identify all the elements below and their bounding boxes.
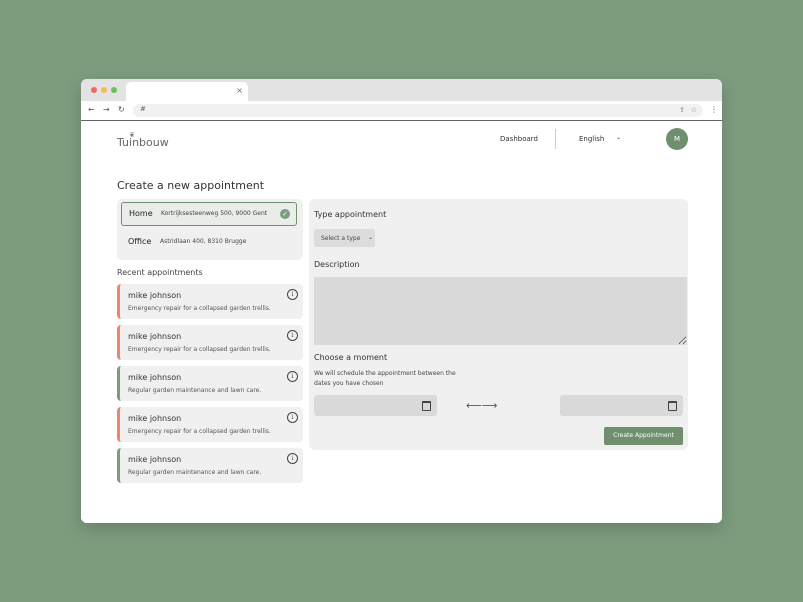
logo[interactable]: Tuinbouw xyxy=(117,136,169,149)
nav-dashboard-link[interactable]: Dashboard xyxy=(500,135,538,143)
recent-appointment-card[interactable]: mike johnson Regular garden maintenance … xyxy=(117,448,303,483)
type-select[interactable]: Select a type ⌄ xyxy=(314,229,375,247)
app-page: ❦ Tuinbouw Dashboard English ⌄ M Create … xyxy=(81,121,722,523)
date-range-arrow-icon: ⟵⟶ xyxy=(466,399,498,412)
recent-appointment-name: mike johnson xyxy=(128,373,182,382)
info-icon[interactable]: i xyxy=(287,412,298,423)
address-option-home[interactable]: Home Kortrijksesteenweg 500, 9000 Gent ✓ xyxy=(121,202,297,226)
chevron-down-icon: ⌄ xyxy=(368,234,374,241)
recent-appointment-description: Emergency repair for a collapsed garden … xyxy=(128,428,271,435)
browser-window: × ← → ↻ # ⇪ ☆ ⋮ ❦ Tuinbouw Dashboard Eng… xyxy=(81,79,722,523)
minimize-window-dot[interactable] xyxy=(101,87,107,93)
recent-appointment-description: Emergency repair for a collapsed garden … xyxy=(128,305,271,312)
address-option-office[interactable]: Office Astridlaan 400, 8310 Brugge xyxy=(121,231,297,255)
info-icon[interactable]: i xyxy=(287,330,298,341)
address-street: Astridlaan 400, 8310 Brugge xyxy=(160,238,247,245)
info-icon[interactable]: i xyxy=(287,371,298,382)
chevron-down-icon[interactable]: ⌄ xyxy=(616,134,621,141)
address-bar[interactable]: # ⇪ ☆ xyxy=(133,104,703,117)
recent-appointment-description: Regular garden maintenance and lawn care… xyxy=(128,387,262,394)
close-window-dot[interactable] xyxy=(91,87,97,93)
calendar-icon[interactable] xyxy=(668,401,677,411)
start-date-input[interactable] xyxy=(314,395,437,416)
tab-close-icon[interactable]: × xyxy=(236,86,243,96)
reload-icon[interactable]: ↻ xyxy=(118,105,125,115)
info-icon[interactable]: i xyxy=(287,453,298,464)
maximize-window-dot[interactable] xyxy=(111,87,117,93)
share-icon[interactable]: ⇪ xyxy=(679,106,685,115)
back-arrow-icon[interactable]: ← xyxy=(88,105,95,115)
check-circle-icon: ✓ xyxy=(280,209,290,219)
recent-appointments-title: Recent appointments xyxy=(117,268,203,277)
address-label: Office xyxy=(128,237,152,246)
recent-appointment-name: mike johnson xyxy=(128,332,182,341)
recent-appointment-card[interactable]: mike johnson Regular garden maintenance … xyxy=(117,366,303,401)
address-selector: Home Kortrijksesteenweg 500, 9000 Gent ✓… xyxy=(117,199,303,260)
appointment-form: Type appointment Select a type ⌄ Descrip… xyxy=(309,199,688,450)
moment-hint: We will schedule the appointment between… xyxy=(314,370,456,387)
description-label: Description xyxy=(314,260,360,269)
browser-menu-icon[interactable]: ⋮ xyxy=(710,105,718,115)
type-select-value: Select a type xyxy=(321,235,361,242)
bookmark-star-icon[interactable]: ☆ xyxy=(691,106,697,115)
info-icon[interactable]: i xyxy=(287,289,298,300)
recent-appointment-description: Emergency repair for a collapsed garden … xyxy=(128,346,271,353)
address-label: Home xyxy=(129,209,153,218)
browser-toolbar: ← → ↻ # ⇪ ☆ ⋮ xyxy=(81,101,722,121)
choose-moment-label: Choose a moment xyxy=(314,353,388,362)
calendar-icon[interactable] xyxy=(422,401,431,411)
recent-appointment-card[interactable]: mike johnson Emergency repair for a coll… xyxy=(117,325,303,360)
browser-tab-bar: × xyxy=(81,79,722,101)
recent-appointment-name: mike johnson xyxy=(128,414,182,423)
header-divider xyxy=(555,129,556,149)
recent-appointment-name: mike johnson xyxy=(128,455,182,464)
url-text: # xyxy=(140,105,146,113)
description-textarea[interactable] xyxy=(314,277,687,345)
create-appointment-button[interactable]: Create Appointment xyxy=(604,427,683,445)
forward-arrow-icon[interactable]: → xyxy=(103,105,110,115)
recent-appointment-card[interactable]: mike johnson Emergency repair for a coll… xyxy=(117,284,303,319)
recent-appointment-card[interactable]: mike johnson Emergency repair for a coll… xyxy=(117,407,303,442)
language-select[interactable]: English xyxy=(579,135,604,143)
avatar[interactable]: M xyxy=(666,128,688,150)
recent-appointment-name: mike johnson xyxy=(128,291,182,300)
address-street: Kortrijksesteenweg 500, 9000 Gent xyxy=(161,210,268,217)
type-appointment-label: Type appointment xyxy=(314,210,387,219)
page-title: Create a new appointment xyxy=(117,179,265,192)
browser-tab[interactable]: × xyxy=(126,82,248,101)
end-date-input[interactable] xyxy=(560,395,683,416)
recent-appointment-description: Regular garden maintenance and lawn care… xyxy=(128,469,262,476)
